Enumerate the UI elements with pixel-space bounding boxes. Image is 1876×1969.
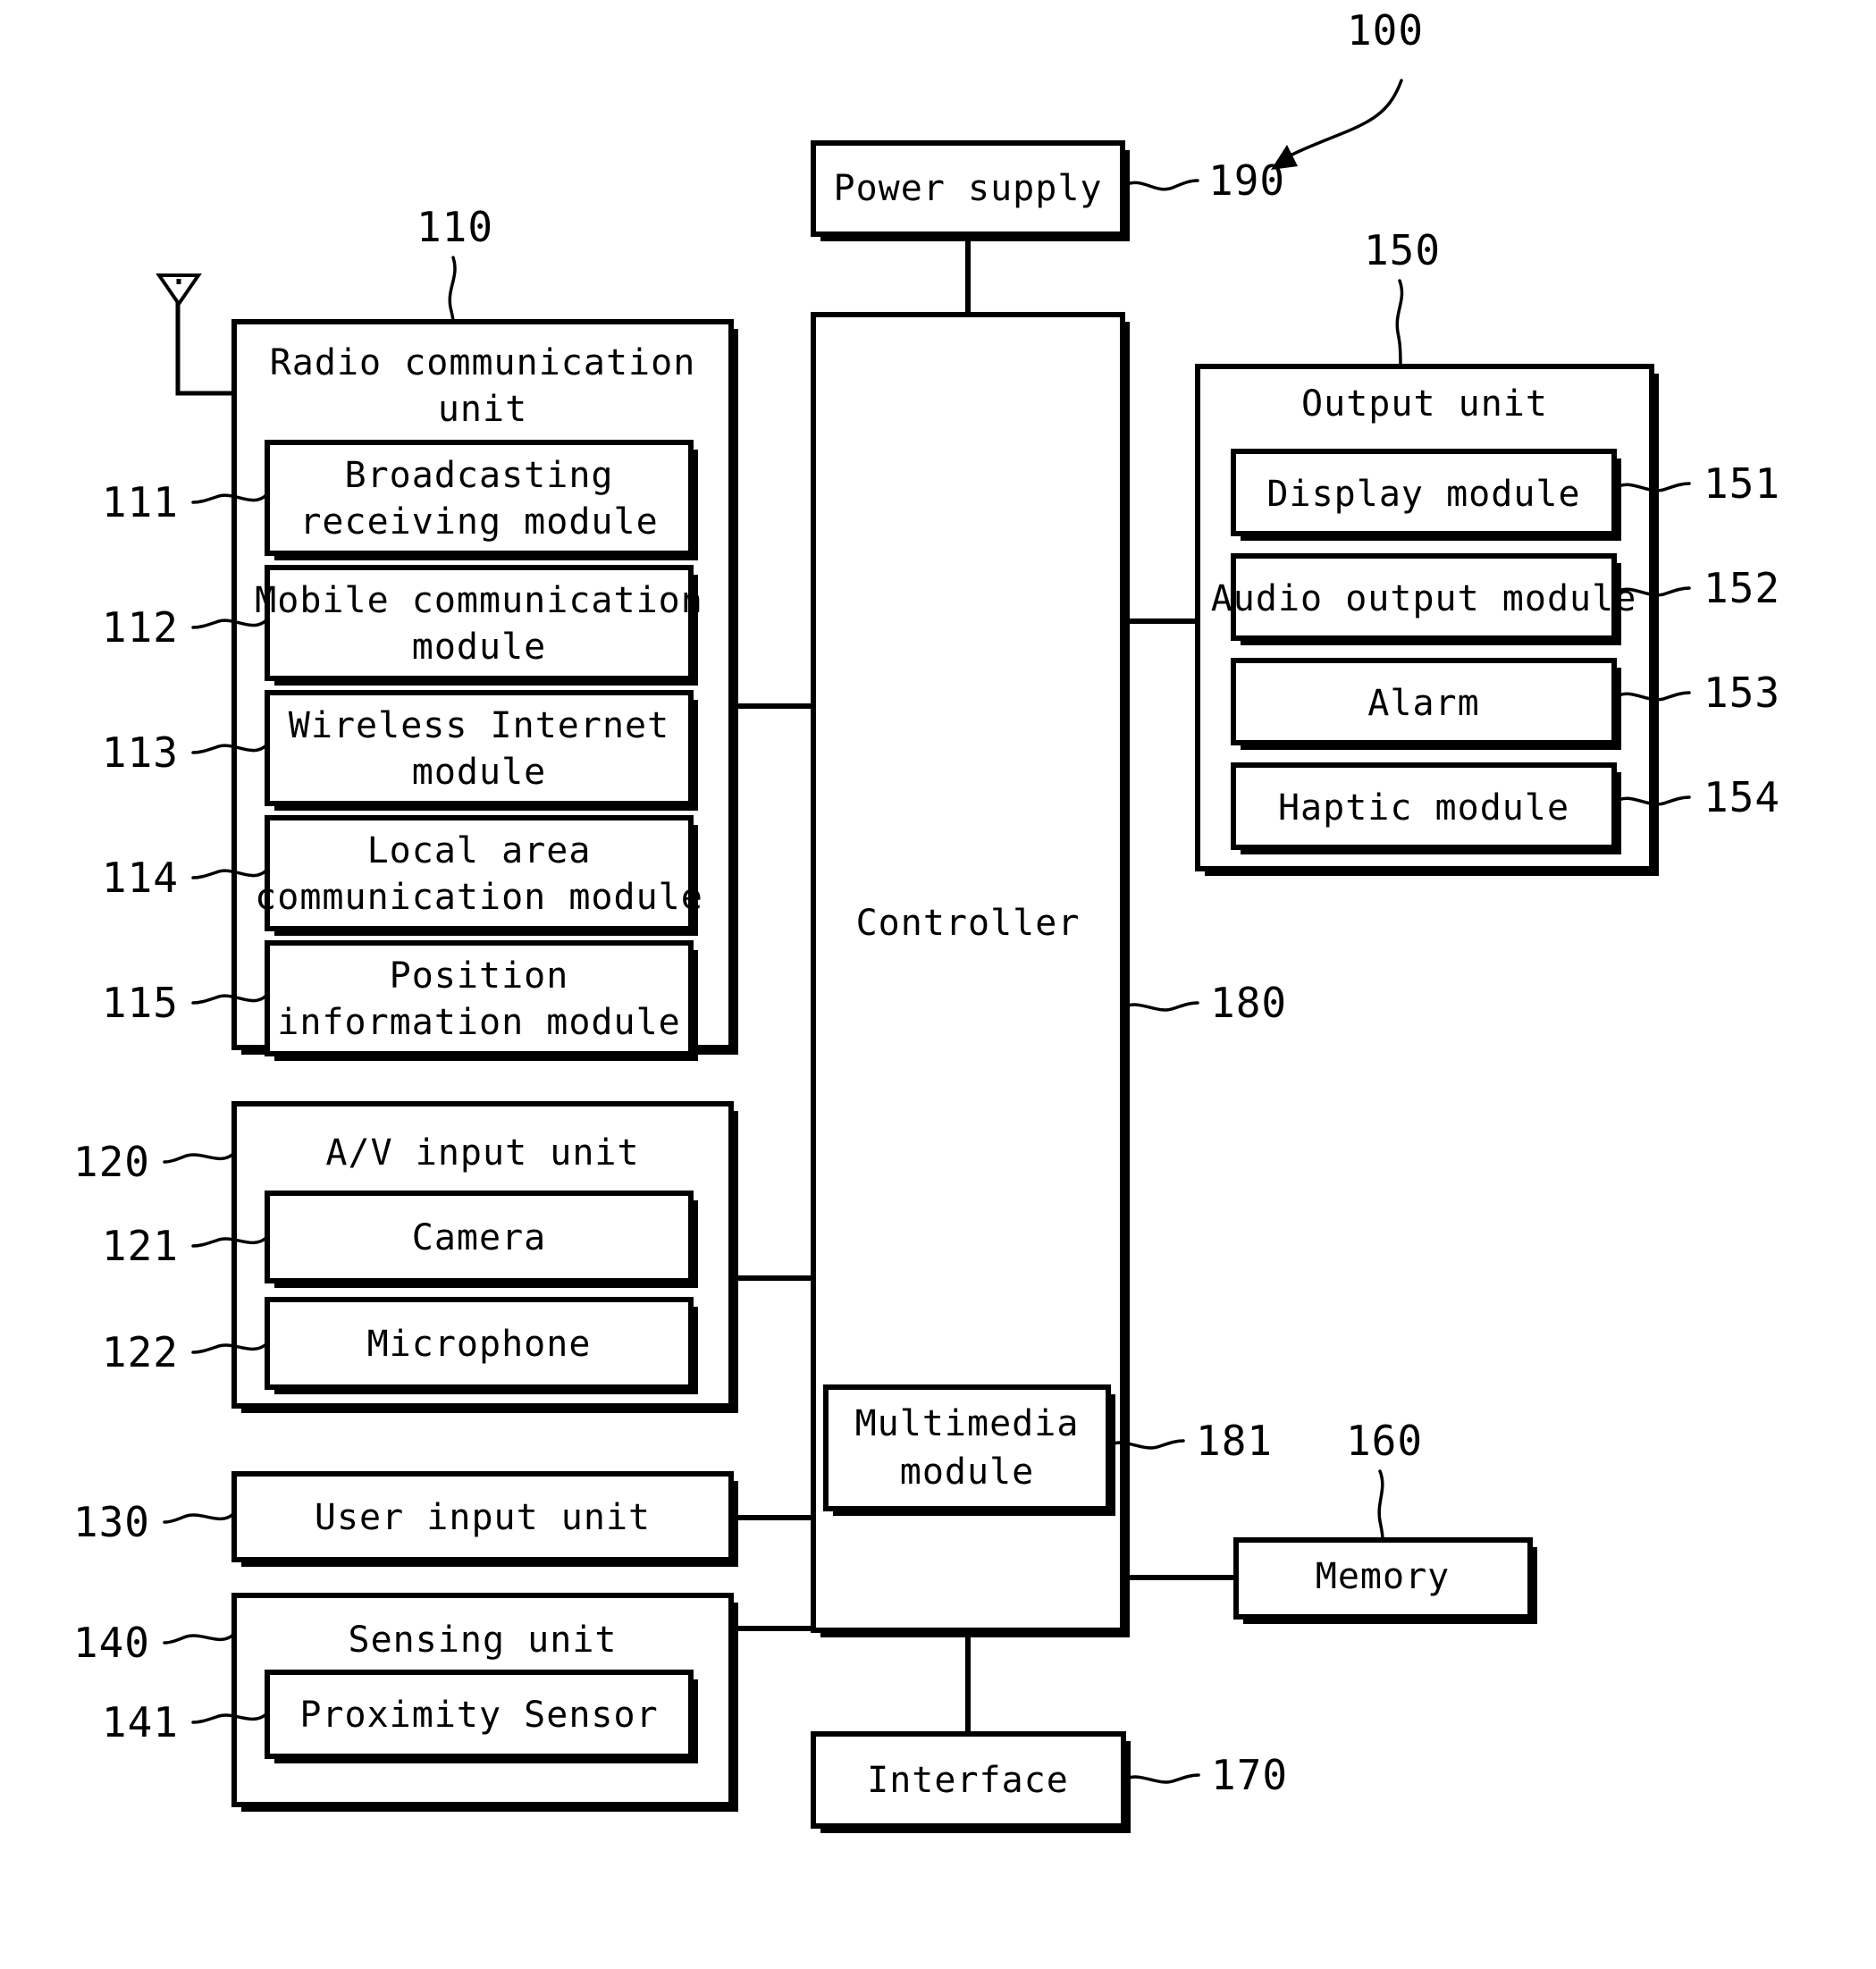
av-input-unit-label: A/V input unit [325,1132,639,1174]
multimedia-module-label-line1: Multimedia [855,1403,1080,1444]
wireless-internet-label-line1: Wireless Internet [289,705,669,746]
interface-label: Interface [867,1760,1069,1801]
ref-label-114: 114 [102,854,179,902]
ref-label-112: 112 [102,603,179,652]
interface-block[interactable]: Interface [811,1731,1131,1833]
memory-block[interactable]: Memory [1233,1537,1537,1624]
reference-190: 190 [1121,156,1285,205]
proximity-sensor-block[interactable]: Proximity Sensor [265,1670,698,1763]
ref-label-154: 154 [1704,773,1780,821]
display-module-label: Display module [1266,474,1580,515]
position-info-label-line2: information module [277,1002,680,1043]
radio-unit-label-line2: unit [438,389,527,430]
microphone-block[interactable]: Microphone [265,1297,698,1394]
broadcasting-label-line1: Broadcasting [345,455,614,496]
broadcasting-label-line2: receiving module [299,501,658,543]
reference-130: 130 [73,1498,236,1546]
output-unit-label: Output unit [1301,383,1548,425]
reference-170: 170 [1122,1751,1288,1799]
proximity-sensor-label: Proximity Sensor [299,1695,658,1736]
ref-label-170: 170 [1211,1751,1288,1799]
multimedia-module-label-line2: module [900,1452,1035,1493]
ref-label-190: 190 [1208,156,1285,205]
local-area-communication-module-block[interactable]: Local area communication module [255,815,703,936]
user-input-unit-label: User input unit [315,1497,651,1538]
antenna-icon [156,273,202,307]
ref-label-160: 160 [1346,1417,1423,1465]
ref-label-110: 110 [416,203,493,251]
reference-100: 100 [1271,6,1424,170]
power-supply-label: Power supply [834,168,1103,209]
ref-label-152: 152 [1704,564,1780,612]
antenna-lead-line [175,284,234,396]
power-supply-block[interactable]: Power supply [811,140,1130,241]
ref-label-180: 180 [1210,979,1287,1027]
alarm-label: Alarm [1367,683,1479,724]
camera-label: Camera [412,1217,547,1258]
ref-label-150: 150 [1364,226,1441,274]
local-area-label-line1: Local area [367,830,592,871]
reference-160: 160 [1346,1417,1423,1542]
ref-label-141: 141 [102,1698,179,1746]
position-info-label-line1: Position [390,955,569,997]
haptic-module-block[interactable]: Haptic module [1231,762,1621,854]
mobile-comm-label-line2: module [412,627,547,668]
microphone-label: Microphone [367,1324,592,1365]
local-area-label-line2: communication module [255,877,703,918]
display-module-block[interactable]: Display module [1231,449,1621,541]
reference-110: 110 [416,203,493,324]
ref-label-113: 113 [102,728,179,777]
ref-label-115: 115 [102,979,179,1027]
mobile-communication-module-block[interactable]: Mobile communication module [255,565,703,686]
haptic-module-label: Haptic module [1278,787,1569,829]
mobile-comm-label-line1: Mobile communication [255,580,703,621]
user-input-unit-block[interactable]: User input unit [231,1471,738,1567]
block-diagram-canvas: Power supply Controller Multimedia modul… [73,6,1780,1833]
wireless-internet-module-block[interactable]: Wireless Internet module [265,690,698,811]
ref-label-130: 130 [73,1498,150,1546]
alarm-block[interactable]: Alarm [1231,658,1621,750]
ref-label-153: 153 [1704,669,1780,717]
ref-label-111: 111 [102,478,179,526]
wireless-internet-label-line2: module [412,752,547,793]
ref-label-121: 121 [102,1222,179,1270]
broadcasting-receiving-module-block[interactable]: Broadcasting receiving module [265,440,698,560]
ref-label-120: 120 [73,1138,150,1186]
audio-output-module-label: Audio output module [1211,578,1637,619]
reference-140: 140 [73,1619,236,1667]
reference-180: 180 [1121,979,1287,1027]
ref-label-122: 122 [102,1328,179,1376]
reference-150: 150 [1364,226,1441,368]
radio-unit-label-line1: Radio communication [270,342,696,383]
audio-output-module-block[interactable]: Audio output module [1211,553,1637,645]
position-information-module-block[interactable]: Position information module [265,940,698,1061]
controller-label: Controller [856,903,1081,944]
camera-block[interactable]: Camera [265,1191,698,1288]
ref-label-140: 140 [73,1619,150,1667]
ref-label-181: 181 [1196,1417,1273,1465]
ref-label-100: 100 [1347,6,1424,55]
ref-label-151: 151 [1704,459,1780,508]
reference-181: 181 [1106,1417,1273,1465]
sensing-unit-label: Sensing unit [349,1620,618,1661]
reference-120: 120 [73,1138,236,1186]
memory-label: Memory [1316,1556,1451,1597]
patent-figure-root: Power supply Controller Multimedia modul… [0,0,1876,1969]
multimedia-module-block[interactable]: Multimedia module [823,1384,1115,1516]
